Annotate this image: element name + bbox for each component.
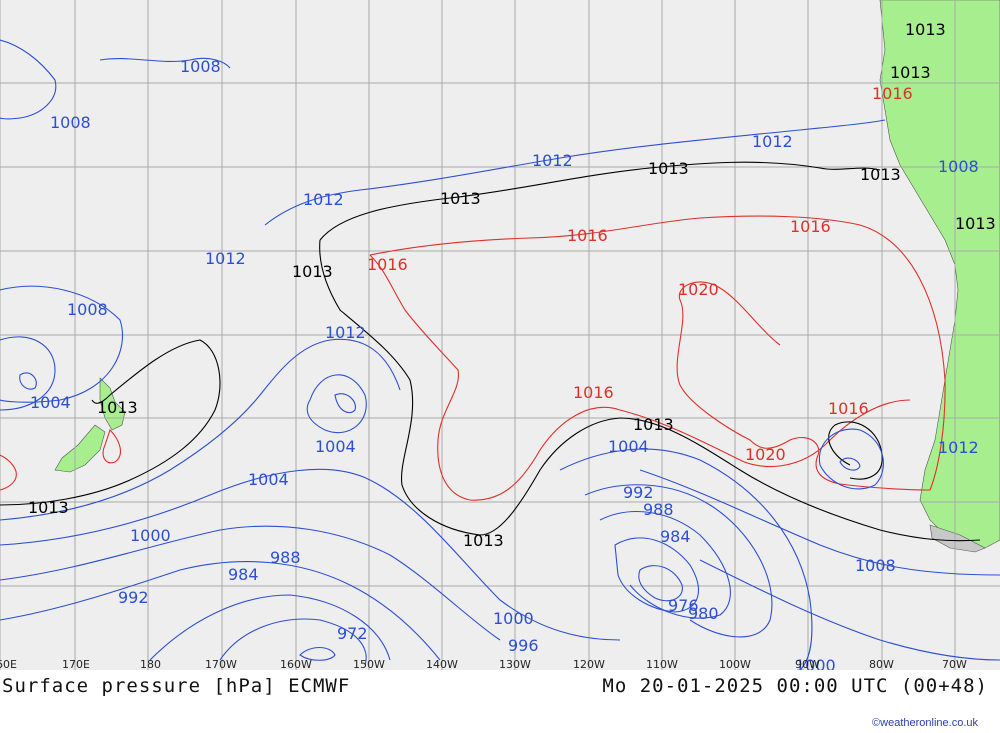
lon-label: 110W — [646, 658, 678, 670]
lon-label: 180 — [140, 658, 161, 670]
isobar-label: 1013 — [292, 262, 333, 281]
isobar-label: 1000 — [493, 609, 534, 628]
isobar-label: 1016 — [573, 383, 614, 402]
lon-label: 160W — [280, 658, 312, 670]
isobar-label: 1013 — [860, 165, 901, 184]
isobar-label: 1013 — [955, 214, 996, 233]
isobar-label: 1016 — [828, 399, 869, 418]
lon-label: 140W — [426, 658, 458, 670]
lon-label: 60E — [0, 658, 17, 670]
isobar-label: 1008 — [67, 300, 108, 319]
lon-label: 130W — [499, 658, 531, 670]
lon-label: 80W — [869, 658, 894, 670]
isobar-label: 1012 — [532, 151, 573, 170]
isobar-label: 1000 — [130, 526, 171, 545]
isobar-label: 1012 — [752, 132, 793, 151]
isobar-label: 1013 — [463, 531, 504, 550]
isobar-label: 1008 — [855, 556, 896, 575]
map-footer: Surface pressure [hPa] ECMWF Mo 20-01-20… — [0, 670, 1000, 733]
isobar-label: 1016 — [567, 226, 608, 245]
isobar-label: 1013 — [97, 398, 138, 417]
isobar-label: 1004 — [248, 470, 289, 489]
isobar-label: 988 — [643, 500, 674, 519]
isobar-label: 1013 — [633, 415, 674, 434]
isobar-label: 1013 — [440, 189, 481, 208]
isobar-label: 1013 — [28, 498, 69, 517]
isobar-label: 1013 — [890, 63, 931, 82]
isobar-label: 1020 — [678, 280, 719, 299]
credit-link[interactable]: ©weatheronline.co.uk — [872, 717, 978, 729]
lon-label: 170W — [205, 658, 237, 670]
lon-label: 170E — [62, 658, 90, 670]
lon-label: 90W — [795, 658, 820, 670]
lon-label: 120W — [573, 658, 605, 670]
pressure-map: 1008 1008 1012 1012 1012 1012 1012 1008 … — [0, 0, 1000, 670]
isobar-label: 972 — [337, 624, 368, 643]
isobar-label: 1012 — [938, 438, 979, 457]
isobar-label: 996 — [508, 636, 539, 655]
lon-label: 100W — [719, 658, 751, 670]
isobar-label: 1012 — [303, 190, 344, 209]
isobar-label: 1013 — [648, 159, 689, 178]
isobar-label: 1012 — [325, 323, 366, 342]
isobar-label: 1004 — [315, 437, 356, 456]
isobar-label: 1016 — [790, 217, 831, 236]
isobar-label: 1004 — [608, 437, 649, 456]
isobar-label: 1008 — [180, 57, 221, 76]
map-title: Surface pressure [hPa] ECMWF — [2, 675, 351, 697]
isobar-label: 984 — [228, 565, 259, 584]
isobar-label: 1016 — [872, 84, 913, 103]
isobar-label: 1012 — [205, 249, 246, 268]
isobar-label: 1020 — [745, 445, 786, 464]
isobar-label: 1016 — [367, 255, 408, 274]
isobar-label: 1008 — [938, 157, 979, 176]
isobar-label: 992 — [118, 588, 149, 607]
isobar-label: 988 — [270, 548, 301, 567]
isobar-label: 1013 — [905, 20, 946, 39]
isobar-label: 1004 — [30, 393, 71, 412]
lon-label: 70W — [942, 658, 967, 670]
isobar-label: 1008 — [50, 113, 91, 132]
isobar-label: 984 — [660, 527, 691, 546]
forecast-time: Mo 20-01-2025 00:00 UTC (00+48) — [602, 675, 988, 697]
isobar-label: 980 — [688, 604, 719, 623]
lon-label: 150W — [353, 658, 385, 670]
